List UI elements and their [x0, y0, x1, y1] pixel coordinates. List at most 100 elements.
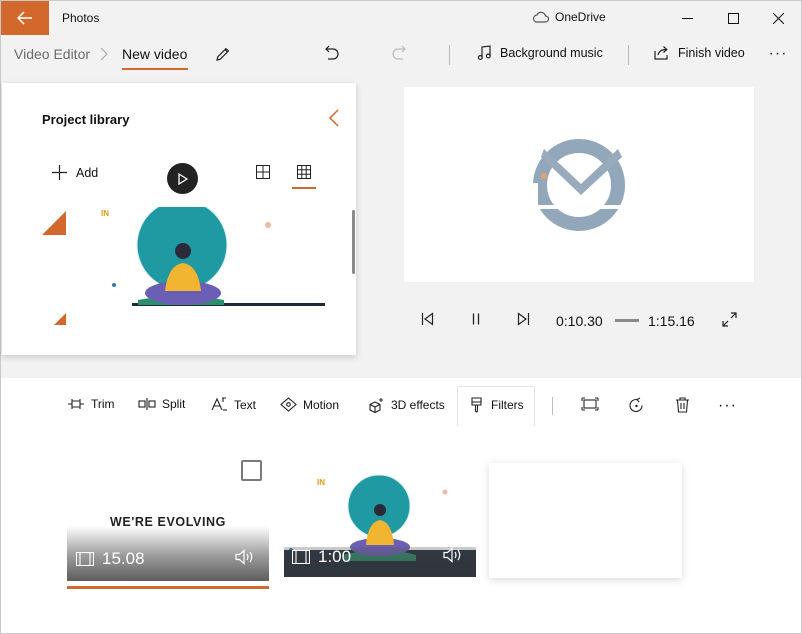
text-label: Text	[234, 397, 257, 412]
clip-duration-label: 15.08	[102, 549, 145, 568]
resize-frame-icon	[581, 397, 599, 411]
cloud-icon	[532, 11, 549, 23]
play-icon	[177, 172, 188, 185]
speaker-icon	[235, 549, 253, 565]
empty-storyboard-slot[interactable]	[489, 463, 682, 578]
finish-video-label: Finish video	[678, 45, 745, 60]
thumb-badge-text: IN	[101, 209, 109, 218]
minimize-icon	[681, 17, 693, 19]
rotate-button[interactable]	[628, 397, 645, 414]
filters-button[interactable]: Filters	[469, 397, 524, 413]
speaker-icon	[443, 547, 461, 563]
rotate-icon	[629, 397, 643, 413]
clip-duration: 15.08	[76, 549, 145, 569]
project-name-underline	[122, 68, 188, 70]
text-button[interactable]: Text	[211, 397, 256, 412]
small-grid-view-button[interactable]	[297, 165, 311, 179]
split-button[interactable]: Split	[138, 397, 185, 411]
arrow-left-icon	[17, 11, 32, 25]
background-music-button[interactable]: Background music	[477, 45, 603, 61]
meditation-illustration: IN	[42, 207, 325, 325]
text-icon	[211, 397, 227, 411]
pause-button[interactable]	[470, 312, 482, 326]
trim-label: Trim	[91, 397, 115, 411]
3d-effects-button[interactable]: 3D effects	[368, 397, 445, 413]
cube-sparkle-icon	[369, 398, 383, 413]
onedrive-label: OneDrive	[555, 10, 606, 24]
clip-selected-indicator	[67, 586, 269, 589]
trim-button[interactable]: Trim	[67, 397, 115, 411]
background-music-label: Background music	[500, 46, 603, 60]
video-preview[interactable]	[404, 87, 754, 282]
redo-icon	[391, 45, 406, 60]
storyboard-more-button[interactable]: ···	[718, 397, 737, 415]
music-note-icon	[477, 45, 491, 61]
library-media-item[interactable]: IN	[42, 207, 342, 325]
add-label: Add	[76, 165, 99, 180]
close-button[interactable]	[755, 1, 801, 35]
motion-icon	[280, 397, 297, 412]
current-time: 0:10.30	[556, 313, 603, 329]
divider	[552, 397, 553, 415]
clip-volume-button[interactable]	[235, 549, 255, 565]
back-button[interactable]	[1, 1, 49, 35]
pause-icon	[472, 313, 480, 325]
divider	[628, 45, 629, 65]
storyboard-clip[interactable]: IN 1:00	[284, 460, 476, 577]
clip-duration: 1:00	[292, 547, 351, 567]
step-forward-icon	[517, 312, 530, 326]
large-grid-view-button[interactable]	[256, 165, 270, 179]
film-icon	[292, 550, 310, 564]
library-title: Project library	[42, 112, 130, 127]
split-label: Split	[162, 397, 186, 411]
motion-button[interactable]: Motion	[280, 397, 339, 412]
view-mode-indicator	[292, 187, 316, 189]
add-media-button[interactable]: Add	[52, 165, 98, 180]
clip-volume-button[interactable]	[443, 547, 463, 563]
large-grid-icon	[256, 165, 270, 179]
split-icon	[138, 398, 156, 410]
project-name[interactable]: New video	[122, 46, 187, 62]
resize-button[interactable]	[581, 397, 599, 411]
breadcrumb-video-editor[interactable]: Video Editor	[14, 46, 90, 62]
collapse-library-button[interactable]	[328, 109, 340, 127]
clip-select-checkbox[interactable]	[241, 460, 262, 481]
trim-icon	[68, 399, 84, 409]
more-options-button[interactable]: ···	[765, 44, 791, 64]
trash-icon	[676, 397, 689, 413]
share-export-icon	[654, 46, 668, 60]
filter-brush-icon	[471, 397, 482, 413]
close-icon	[772, 12, 784, 24]
undo-button[interactable]	[319, 43, 343, 63]
onedrive-button[interactable]: OneDrive	[532, 10, 606, 24]
motion-label: Motion	[303, 397, 340, 412]
minimize-button[interactable]	[664, 1, 710, 35]
library-scrollbar[interactable]	[352, 210, 355, 274]
clip-duration-label: 1:00	[318, 547, 352, 566]
seek-bar[interactable]	[615, 319, 639, 322]
clip-badge-text: IN	[317, 478, 325, 487]
plus-icon	[52, 165, 67, 180]
rename-button[interactable]	[211, 44, 233, 64]
divider	[449, 45, 450, 65]
maximize-button[interactable]	[710, 1, 756, 35]
fullscreen-button[interactable]	[722, 312, 737, 327]
film-icon	[76, 552, 94, 566]
expand-icon	[722, 312, 737, 327]
undo-icon	[324, 45, 339, 60]
small-grid-icon	[297, 165, 311, 179]
next-frame-button[interactable]	[517, 312, 530, 326]
redo-button[interactable]	[387, 43, 411, 63]
3d-effects-label: 3D effects	[391, 398, 445, 412]
previous-frame-button[interactable]	[421, 312, 434, 326]
chevron-right-icon	[100, 47, 108, 61]
delete-button[interactable]	[675, 397, 690, 413]
title-bar: Photos OneDrive	[1, 1, 801, 36]
logo-mark-illustration	[532, 139, 625, 231]
finish-video-button[interactable]: Finish video	[654, 45, 745, 60]
storyboard-clip[interactable]: WE'RE EVOLVING 15.08	[67, 460, 269, 581]
library-play-button[interactable]	[167, 163, 198, 194]
project-library-panel: Project library Add IN	[2, 83, 356, 355]
total-time: 1:15.16	[648, 313, 695, 329]
filters-label: Filters	[491, 398, 524, 412]
